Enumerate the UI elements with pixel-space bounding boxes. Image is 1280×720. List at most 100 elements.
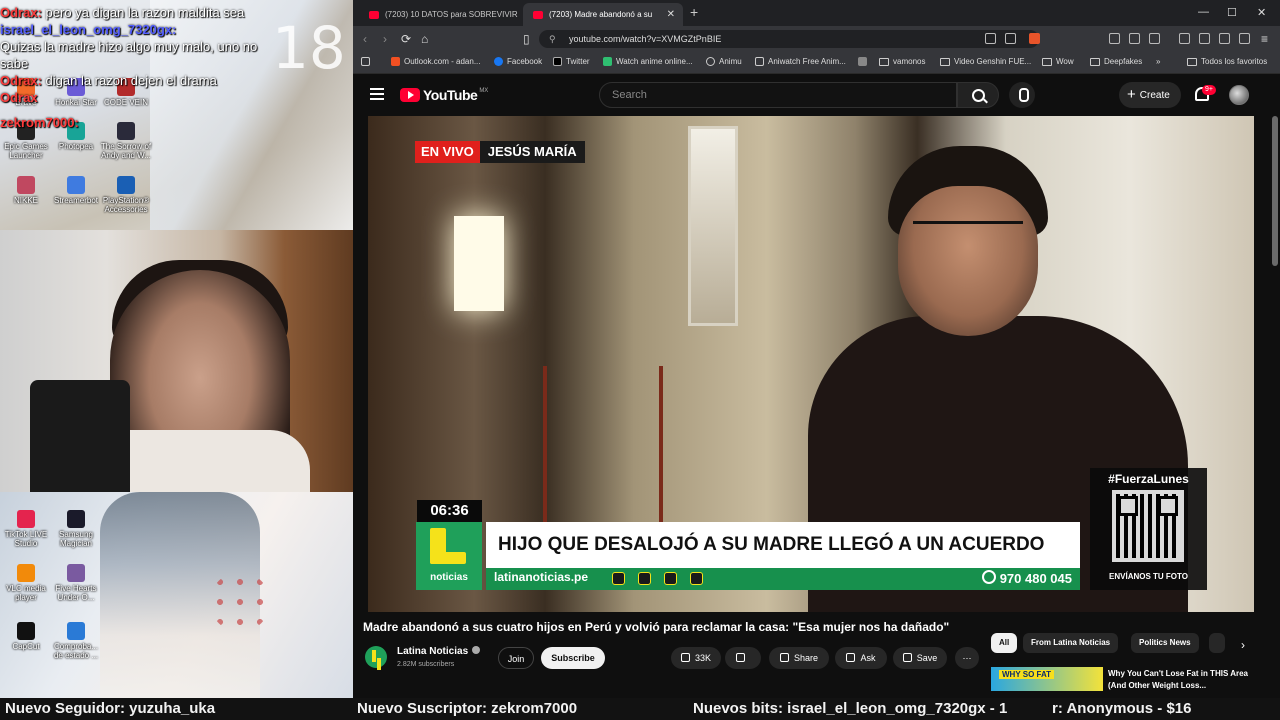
news-headline: HIJO QUE DESALOJÓ A SU MADRE LLEGÓ A UN … bbox=[486, 522, 1080, 568]
game-icon bbox=[67, 564, 85, 582]
tiktok-icon bbox=[17, 510, 35, 528]
share-page-icon[interactable] bbox=[1005, 33, 1016, 44]
brave-shield-icon[interactable] bbox=[1029, 33, 1040, 44]
extensions-puzzle-icon[interactable] bbox=[1129, 33, 1140, 44]
hamburger-menu-icon[interactable] bbox=[370, 88, 384, 103]
bookmark-folder-wow[interactable]: Wow bbox=[1042, 57, 1074, 66]
close-tab-icon[interactable]: ✕ bbox=[667, 9, 675, 20]
new-tab-icon[interactable]: + bbox=[690, 4, 698, 20]
playstation-desktop-icon[interactable]: PlayStation® Accessories bbox=[100, 176, 152, 214]
chat-message: Odrax: pero ya digan la razon maldita se… bbox=[0, 5, 245, 20]
facebook-icon bbox=[494, 57, 503, 66]
bookmark-all-favorites[interactable]: Todos los favoritos bbox=[1187, 57, 1267, 66]
bookmark-folder-deepfakes[interactable]: Deepfakes bbox=[1090, 57, 1142, 66]
chevron-right-icon[interactable]: › bbox=[1241, 638, 1245, 652]
dislike-button[interactable] bbox=[725, 647, 761, 669]
share-button[interactable]: Share bbox=[769, 647, 829, 669]
bookmark-folder-vamonos[interactable]: vamonos bbox=[879, 57, 925, 66]
vpn-icon[interactable] bbox=[1239, 33, 1250, 44]
folder-icon bbox=[1042, 57, 1052, 66]
account-avatar[interactable] bbox=[1229, 85, 1249, 105]
fivehearts-desktop-icon[interactable]: Five Hearts Under O... bbox=[50, 564, 102, 602]
bookmark-watch-anime[interactable]: Watch anime online... bbox=[603, 57, 693, 66]
bookmark-outlook[interactable]: Outlook.com - adan... bbox=[391, 57, 480, 66]
capcut-desktop-icon[interactable]: CapCut bbox=[0, 622, 52, 651]
playstation-icon bbox=[117, 176, 135, 194]
home-icon[interactable]: ⌂ bbox=[421, 32, 428, 46]
chip-all[interactable]: All bbox=[991, 633, 1018, 653]
back-icon[interactable]: ‹ bbox=[363, 32, 367, 46]
tiktok-desktop-icon[interactable]: TikTok LIVE Studio bbox=[0, 510, 52, 548]
youtube-logo[interactable]: YouTube MX bbox=[400, 87, 488, 103]
stream-chat: Odrax: pero ya digan la razon maldita se… bbox=[0, 4, 300, 131]
nikke-desktop-icon[interactable]: NIKKE bbox=[0, 176, 52, 205]
menu-icon[interactable]: ≡ bbox=[1261, 32, 1268, 46]
ask-button[interactable]: Ask bbox=[835, 647, 887, 669]
capcut-icon bbox=[17, 622, 35, 640]
channel-avatar[interactable] bbox=[365, 646, 387, 668]
site-info-icon[interactable]: ⚲ bbox=[549, 30, 556, 48]
bookmark-folder-genshin[interactable]: Video Genshin FUE... bbox=[940, 57, 1031, 66]
more-bookmarks-icon[interactable]: » bbox=[1156, 57, 1160, 66]
join-button[interactable]: Join bbox=[498, 647, 534, 669]
extension-icon[interactable] bbox=[1109, 33, 1120, 44]
more-actions-icon[interactable]: ⋯ bbox=[955, 647, 979, 669]
create-button[interactable]: + Create bbox=[1119, 82, 1181, 108]
search-input[interactable]: Search bbox=[599, 82, 957, 108]
like-button[interactable]: 33K bbox=[671, 647, 721, 669]
bookmarks-bar: Outlook.com - adan... Facebook Twitter W… bbox=[353, 52, 1280, 74]
chat-message-text: Quizas la madre hizo algo muy malo, uno … bbox=[0, 39, 258, 71]
wallet-icon[interactable] bbox=[1199, 33, 1210, 44]
forward-icon[interactable]: › bbox=[383, 32, 387, 46]
plus-icon: + bbox=[1127, 86, 1136, 103]
video-title: Madre abandonó a sus cuatro hijos en Per… bbox=[363, 620, 950, 634]
latina-noticias-logo: noticias bbox=[416, 522, 482, 590]
subscribe-button[interactable]: Subscribe bbox=[541, 647, 605, 669]
interviewee-face bbox=[898, 186, 1038, 336]
bookmark-aniwatch[interactable]: Aniwatch Free Anim... bbox=[755, 57, 846, 66]
streamerbot-desktop-icon[interactable]: Streamerbot bbox=[50, 176, 102, 205]
samsung-magician-icon bbox=[67, 510, 85, 528]
recommended-thumbnail[interactable]: WHY SO FAT bbox=[991, 667, 1103, 691]
leo-ai-icon[interactable] bbox=[1219, 33, 1230, 44]
aniwatch-icon bbox=[755, 57, 764, 66]
sparkle-icon bbox=[846, 653, 856, 662]
channel-name[interactable]: Latina Noticias bbox=[397, 646, 481, 657]
sidebar-icon[interactable] bbox=[1149, 33, 1160, 44]
page-scrollbar[interactable] bbox=[1272, 116, 1278, 266]
recommended-title[interactable]: Why You Can't Lose Fat in THIS Area (And… bbox=[1108, 668, 1258, 692]
video-player[interactable]: EN VIVO JESÚS MARÍA 06:36 noticias HIJO … bbox=[368, 116, 1254, 612]
url-field[interactable]: ⚲ youtube.com/watch?v=XVMGZtPnBIE bbox=[539, 30, 1039, 48]
status-check-desktop-icon[interactable]: Comproba... de estado ... bbox=[50, 622, 102, 660]
cast-icon[interactable] bbox=[985, 33, 996, 44]
broadcast-clock: 06:36 bbox=[417, 500, 482, 522]
tab-10-datos[interactable]: (7203) 10 DATOS para SOBREVIVIR bbox=[359, 3, 519, 26]
bookmark-extra-icon[interactable] bbox=[858, 57, 871, 66]
verified-check-icon bbox=[472, 646, 481, 654]
ticker-subscriber: Nuevo Suscriptor: zekrom7000 bbox=[357, 700, 578, 717]
notification-count-badge: 9+ bbox=[1202, 85, 1216, 95]
bookmark-star-icon[interactable]: ▯ bbox=[523, 32, 530, 46]
microphone-icon bbox=[30, 380, 130, 492]
bookmark-facebook[interactable]: Facebook bbox=[494, 57, 542, 66]
reload-icon[interactable]: ⟳ bbox=[401, 32, 411, 46]
chip-politics[interactable]: Politics News bbox=[1131, 633, 1199, 653]
bookmark-twitter[interactable]: Twitter bbox=[553, 57, 590, 66]
close-window-icon[interactable]: ✕ bbox=[1257, 6, 1266, 19]
stream-ticker: Nuevo Seguidor: yuzuha_uka Nuevo Suscrip… bbox=[0, 698, 1280, 720]
voice-search-icon[interactable] bbox=[1009, 82, 1035, 108]
maximize-icon[interactable]: ☐ bbox=[1227, 6, 1237, 19]
chip-more[interactable] bbox=[1209, 633, 1225, 653]
chip-from-channel[interactable]: From Latina Noticias bbox=[1023, 633, 1119, 653]
samsung-desktop-icon[interactable]: Samsung Magician bbox=[50, 510, 102, 548]
vlc-desktop-icon[interactable]: VLC media player bbox=[0, 564, 52, 602]
save-button[interactable]: Save bbox=[893, 647, 947, 669]
minimize-icon[interactable]: — bbox=[1198, 6, 1209, 18]
music-icon[interactable] bbox=[1179, 33, 1190, 44]
tab-madre-abandono[interactable]: (7203) Madre abandonó a su ✕ bbox=[523, 3, 683, 26]
x-twitter-icon bbox=[553, 57, 562, 66]
bookmark-animu[interactable]: Animu bbox=[706, 57, 742, 66]
news-info-strip: latinanoticias.pe 970 480 045 bbox=[486, 568, 1080, 590]
apps-grid-icon[interactable] bbox=[361, 57, 374, 66]
search-icon[interactable] bbox=[957, 82, 999, 108]
